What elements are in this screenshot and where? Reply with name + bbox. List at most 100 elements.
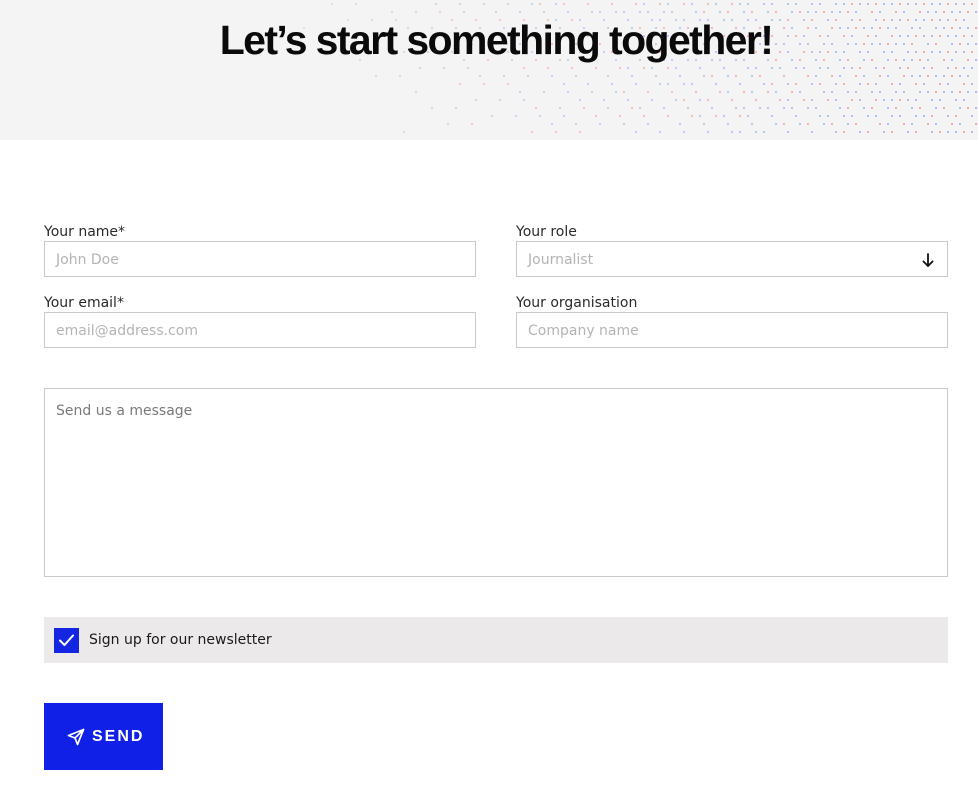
pattern-dot <box>855 11 857 13</box>
pattern-dot <box>675 67 677 69</box>
pattern-dot <box>723 67 725 69</box>
pattern-dot <box>575 123 577 125</box>
pattern-dot <box>895 91 897 93</box>
pattern-dot <box>399 75 401 77</box>
pattern-dot <box>467 67 469 69</box>
pattern-dot <box>975 11 977 13</box>
pattern-dot <box>635 3 637 5</box>
pattern-dot <box>695 91 697 93</box>
pattern-dot <box>767 107 769 109</box>
pattern-dot <box>695 11 697 13</box>
pattern-dot <box>471 123 473 125</box>
pattern-dot <box>871 107 873 109</box>
pattern-dot <box>543 91 545 93</box>
pattern-dot <box>947 131 949 133</box>
pattern-dot <box>963 67 965 69</box>
pattern-dot <box>787 3 789 5</box>
pattern-dot <box>703 123 705 125</box>
pattern-dot <box>683 83 685 85</box>
newsletter-checkbox[interactable] <box>54 628 79 653</box>
pattern-dot <box>643 67 645 69</box>
pattern-dot <box>583 107 585 109</box>
pattern-dot <box>619 115 621 117</box>
pattern-dot <box>891 99 893 101</box>
pattern-dot <box>587 83 589 85</box>
pattern-dot <box>567 91 569 93</box>
pattern-dot <box>971 3 973 5</box>
organisation-label: Your organisation <box>516 295 638 311</box>
pattern-dot <box>899 99 901 101</box>
pattern-dot <box>623 123 625 125</box>
role-selected-value: Journalist <box>528 252 594 268</box>
pattern-dot <box>895 107 897 109</box>
pattern-dot <box>683 131 685 133</box>
pattern-dot <box>419 67 421 69</box>
send-button[interactable]: SEND <box>44 703 163 770</box>
pattern-dot <box>791 91 793 93</box>
pattern-dot <box>803 67 805 69</box>
pattern-dot <box>591 91 593 93</box>
pattern-dot <box>519 91 521 93</box>
email-input[interactable]: email@address.com <box>44 312 476 348</box>
pattern-dot <box>743 107 745 109</box>
name-input[interactable]: John Doe <box>44 241 476 277</box>
pattern-dot <box>555 3 557 5</box>
pattern-dot <box>859 3 861 5</box>
pattern-dot <box>655 75 657 77</box>
name-label: Your name* <box>44 224 126 240</box>
pattern-dot <box>923 83 925 85</box>
pattern-dot <box>667 3 669 5</box>
pattern-dot <box>919 107 921 109</box>
pattern-dot <box>523 99 525 101</box>
pattern-dot <box>935 123 937 125</box>
pattern-dot <box>787 99 789 101</box>
pattern-dot <box>415 11 417 13</box>
pattern-dot <box>819 115 821 117</box>
pattern-dot <box>807 11 809 13</box>
pattern-dot <box>859 83 861 85</box>
pattern-dot <box>887 107 889 109</box>
message-textarea[interactable]: Send us a message <box>44 388 948 577</box>
organisation-input[interactable]: Company name <box>516 312 948 348</box>
pattern-dot <box>943 75 945 77</box>
pattern-dot <box>659 83 661 85</box>
pattern-dot <box>803 99 805 101</box>
pattern-dot <box>959 75 961 77</box>
pattern-dot <box>971 67 973 69</box>
pattern-dot <box>811 83 813 85</box>
pattern-dot <box>799 123 801 125</box>
pattern-dot <box>683 99 685 101</box>
pattern-dot <box>907 67 909 69</box>
pattern-dot <box>715 83 717 85</box>
pattern-dot <box>519 11 521 13</box>
pattern-dot <box>591 11 593 13</box>
pattern-dot <box>559 107 561 109</box>
pattern-dot <box>827 115 829 117</box>
pattern-dot <box>963 83 965 85</box>
pattern-dot <box>915 131 917 133</box>
pattern-dot <box>903 11 905 13</box>
pattern-dot <box>935 91 937 93</box>
pattern-dot <box>783 123 785 125</box>
pattern-dot <box>751 11 753 13</box>
pattern-dot <box>923 67 925 69</box>
pattern-dot <box>899 83 901 85</box>
pattern-dot <box>811 131 813 133</box>
pattern-dot <box>867 83 869 85</box>
pattern-dot <box>715 3 717 5</box>
role-select[interactable]: Journalist <box>516 241 948 277</box>
pattern-dot <box>907 131 909 133</box>
pattern-dot <box>919 11 921 13</box>
email-placeholder: email@address.com <box>56 323 198 339</box>
pattern-dot <box>667 115 669 117</box>
pattern-dot <box>715 115 717 117</box>
pattern-dot <box>731 131 733 133</box>
pattern-dot <box>623 11 625 13</box>
pattern-dot <box>815 75 817 77</box>
checkmark-icon <box>59 634 74 646</box>
pattern-dot <box>759 75 761 77</box>
pattern-dot <box>879 11 881 13</box>
pattern-dot <box>595 67 597 69</box>
pattern-dot <box>619 67 621 69</box>
newsletter-row[interactable]: Sign up for our newsletter <box>44 617 948 663</box>
